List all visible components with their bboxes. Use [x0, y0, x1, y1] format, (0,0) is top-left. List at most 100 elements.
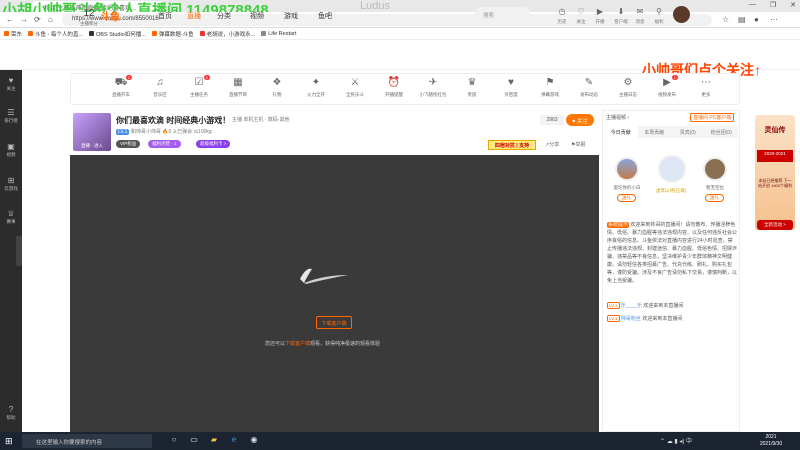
- windows-start-icon[interactable]: ⊞: [5, 436, 13, 447]
- pc-client-badge[interactable]: 直播间 PC客户端: [690, 113, 735, 122]
- ad-text: 本站已经推荐 下一站开启 1600个福利: [757, 178, 792, 188]
- header-label: 消息: [635, 19, 645, 24]
- download-icon[interactable]: ⬇: [614, 7, 628, 16]
- feature-item[interactable]: ♥ 亲密度: [496, 77, 526, 98]
- history-icon[interactable]: ◷: [555, 7, 569, 16]
- bookmark-item[interactable]: 老胡说，小游戏永...: [199, 30, 255, 38]
- bell-icon[interactable]: ✉: [633, 7, 647, 16]
- bookmark-item[interactable]: Life Restart: [261, 31, 296, 37]
- feature-item[interactable]: ⏰ 开播提醒: [379, 77, 409, 98]
- obs-icon[interactable]: ◉: [248, 435, 260, 444]
- promo-tag[interactable]: 四宿对抗 | 支持: [488, 140, 536, 150]
- rank-avatar-2[interactable]: [658, 155, 686, 183]
- nav-category[interactable]: 分类: [217, 11, 231, 21]
- bookmark-item[interactable]: 荣东: [4, 30, 22, 38]
- system-tray[interactable]: ⌃ ☁ ▮ ◂) 中: [660, 436, 692, 445]
- help-icon: ?: [8, 405, 14, 414]
- alarm-icon: ⏰: [387, 77, 401, 88]
- send-gift-button[interactable]: 送礼: [617, 194, 636, 202]
- rank-avatar-3[interactable]: [703, 157, 727, 181]
- list-icon: ☰: [7, 108, 15, 117]
- sidebar-item-follow[interactable]: ♥ 关注: [0, 76, 22, 92]
- nav-video[interactable]: 视频: [250, 11, 264, 21]
- report-button[interactable]: ⚑举报: [571, 141, 586, 148]
- nav-game[interactable]: 游戏: [284, 11, 298, 21]
- forward-icon[interactable]: →: [20, 15, 28, 24]
- feature-badge: 2: [125, 75, 132, 80]
- close-icon[interactable]: ✕: [790, 1, 796, 9]
- reload-icon[interactable]: ⟳: [34, 15, 41, 24]
- feature-label: 全民乐斗: [346, 92, 364, 97]
- feature-item[interactable]: ⋯ 更多: [691, 77, 721, 98]
- star-icon[interactable]: ☆: [722, 15, 729, 24]
- nav-yuba[interactable]: 鱼吧: [318, 11, 332, 21]
- broadcast-icon[interactable]: ▶: [593, 7, 607, 16]
- vip-pill[interactable]: VIP权益: [116, 140, 141, 148]
- feature-item[interactable]: ☑ 主播任务 1: [184, 75, 214, 98]
- taskview-icon[interactable]: ▭: [188, 435, 200, 444]
- user-avatar[interactable]: [673, 6, 690, 23]
- feature-item[interactable]: ❖ 礼物: [262, 77, 292, 98]
- sidebar-item-help[interactable]: ? 帮助: [0, 405, 22, 421]
- follow-icon[interactable]: ♡: [574, 7, 588, 16]
- feature-item[interactable]: ▶ 视频发布 1: [652, 75, 682, 98]
- collections-icon[interactable]: ▤: [738, 15, 746, 24]
- home-icon[interactable]: ⌂: [48, 15, 53, 24]
- send-gift-button[interactable]: 送礼: [705, 194, 724, 202]
- sidebar-item-events[interactable]: ♕ 赛事: [0, 209, 22, 225]
- cortana-icon[interactable]: ○: [168, 435, 180, 444]
- explorer-icon[interactable]: ▰: [208, 435, 220, 444]
- superwelfare-pill[interactable]: 超级福利卡 >: [196, 140, 231, 148]
- sidebar-collapse-handle[interactable]: [16, 236, 22, 266]
- menu-icon[interactable]: ⋯: [770, 15, 778, 24]
- rank-avatar-1[interactable]: [615, 157, 639, 181]
- taskbar-search[interactable]: 在这里输入你要搜索的内容: [22, 434, 152, 448]
- owner-name[interactable]: 和帅哥小帅哥: [131, 129, 161, 135]
- like-pill[interactable]: 福利点赞 · 1: [148, 140, 181, 148]
- rank-name: 暂无空位: [706, 185, 724, 190]
- profile-icon[interactable]: ●: [754, 15, 759, 24]
- more-icon: ⋯: [701, 77, 711, 88]
- feature-item[interactable]: ▦ 直播节目: [223, 77, 253, 98]
- fire-icon: ✦: [311, 77, 321, 88]
- edge-icon[interactable]: e: [228, 435, 240, 444]
- video-player[interactable]: [70, 155, 599, 432]
- feature-label: 小飞猪抢红包: [419, 92, 447, 97]
- download-client-button[interactable]: 下载客户端: [316, 316, 352, 329]
- ad-button[interactable]: 全新活动 >: [757, 220, 793, 230]
- game-icon: ⚑: [545, 77, 555, 88]
- nav-home[interactable]: 首页: [158, 11, 172, 21]
- download-client-link[interactable]: 下载客户端: [285, 341, 310, 347]
- header-label: 开播: [595, 19, 605, 24]
- clock[interactable]: 2021 2021/9/30: [756, 434, 786, 448]
- feature-item[interactable]: ⚑ 弹幕游戏: [535, 77, 565, 98]
- nav-live[interactable]: 直播: [187, 11, 201, 21]
- feature-item[interactable]: ⚔ 全民乐斗: [340, 77, 370, 98]
- feature-item[interactable]: ♛ 贵族: [457, 77, 487, 98]
- minimize-icon[interactable]: —: [749, 1, 756, 9]
- feature-item[interactable]: ⛟ 直播开车 2: [106, 75, 136, 98]
- feature-item[interactable]: ♫ 音乐区: [145, 77, 175, 98]
- tab-today[interactable]: 今日贡献: [604, 126, 638, 138]
- ad-title: 灵仙传: [764, 127, 786, 134]
- back-icon[interactable]: ←: [6, 15, 14, 24]
- tab-vip[interactable]: 贵宾(0): [671, 126, 705, 138]
- gift-icon[interactable]: ⚲: [652, 7, 666, 16]
- feature-item[interactable]: ✈ 小飞猪抢红包: [418, 77, 448, 98]
- feature-item[interactable]: ✎ 发布动态: [574, 77, 604, 98]
- feature-item[interactable]: ✦ 火力全开: [301, 77, 331, 98]
- tab-week[interactable]: 本周贡献: [638, 126, 672, 138]
- maximize-icon[interactable]: ❐: [770, 1, 776, 9]
- tab-fans[interactable]: 粉丝团(0): [705, 126, 739, 138]
- bookmark-item[interactable]: OBS Studio如何播...: [89, 30, 146, 38]
- sidebar-item-video[interactable]: ▣ 视频: [0, 142, 22, 158]
- anchor-video-link[interactable]: 主播视频 ›: [606, 114, 629, 121]
- bookmark-item[interactable]: 弹幕数据-斗鱼: [151, 30, 194, 38]
- sidebar-item-rank[interactable]: ☰ 排行榜: [0, 108, 22, 124]
- sidebar-item-cloudgame[interactable]: ⊞ 云游戏: [0, 176, 22, 192]
- share-button[interactable]: ↗分享: [545, 141, 559, 148]
- bookmark-item[interactable]: 斗鱼 - 每个人的直...: [28, 30, 83, 38]
- follow-button[interactable]: ♥ 关注: [566, 114, 594, 126]
- search-input[interactable]: 搜索: [475, 7, 530, 21]
- feature-item[interactable]: ⚙ 主播日志: [613, 77, 643, 98]
